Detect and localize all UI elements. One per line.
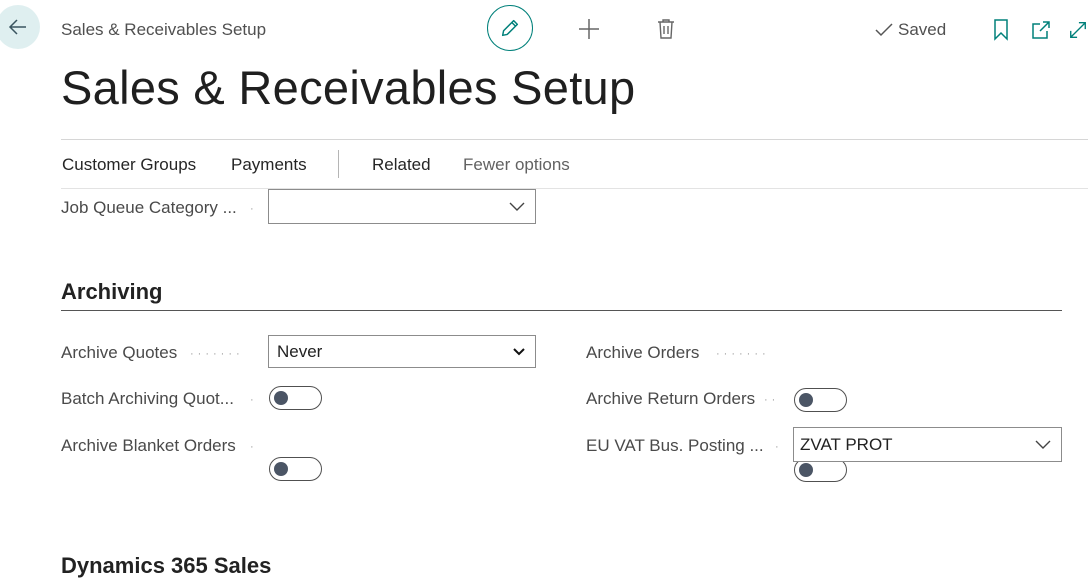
- back-arrow-icon: [8, 19, 26, 35]
- header-divider: [61, 139, 1088, 140]
- breadcrumb: Sales & Receivables Setup: [61, 20, 267, 39]
- action-bar-divider: [61, 188, 1088, 189]
- archive-blanket-orders-label: Archive Blanket Orders: [61, 436, 236, 455]
- saved-status: Saved: [875, 20, 946, 40]
- checkmark-icon: [875, 23, 893, 37]
- section-divider: [61, 310, 1062, 311]
- action-related[interactable]: Related: [372, 155, 431, 175]
- label-dots: ·: [250, 203, 258, 215]
- label-dots: ·: [250, 394, 258, 406]
- edit-button[interactable]: [487, 5, 533, 51]
- archive-quotes-label: Archive Quotes: [61, 343, 178, 362]
- eu-vat-bus-posting-select[interactable]: ZVAT PROT: [793, 427, 1062, 462]
- saved-label: Saved: [898, 20, 947, 39]
- toggle-knob: [799, 463, 813, 477]
- section-title-dynamics-365-sales: Dynamics 365 Sales: [61, 553, 272, 578]
- job-queue-category-select[interactable]: [268, 189, 536, 224]
- toggle-knob: [799, 393, 813, 407]
- job-queue-category-label: Job Queue Category ...: [61, 198, 237, 217]
- action-fewer-options[interactable]: Fewer options: [463, 155, 570, 175]
- expand-icon: [1070, 22, 1086, 38]
- trash-icon: [658, 19, 674, 39]
- batch-archiving-quotes-label: Batch Archiving Quot...: [61, 389, 234, 408]
- eu-vat-bus-posting-value: ZVAT PROT: [800, 434, 893, 454]
- chevron-down-icon: [513, 347, 525, 355]
- bookmark-icon: [994, 19, 1008, 41]
- new-button[interactable]: [576, 16, 602, 42]
- label-dots: ·······: [716, 348, 770, 360]
- archive-return-orders-label: Archive Return Orders: [586, 389, 756, 408]
- toggle-knob: [274, 462, 288, 476]
- delete-button[interactable]: [654, 16, 678, 42]
- section-title-archiving: Archiving: [61, 279, 163, 304]
- action-separator: [338, 150, 339, 178]
- plus-icon: [579, 19, 599, 39]
- archive-quotes-value: Never: [277, 341, 323, 361]
- open-new-window-button[interactable]: [1029, 18, 1053, 42]
- pencil-icon: [501, 19, 519, 37]
- label-dots: ·: [250, 441, 258, 453]
- page-title: Sales & Receivables Setup: [61, 61, 636, 114]
- label-dots: ·: [775, 441, 783, 453]
- action-payments[interactable]: Payments: [231, 155, 307, 175]
- label-dots: ·······: [190, 348, 244, 360]
- eu-vat-bus-posting-label: EU VAT Bus. Posting ...: [586, 436, 764, 455]
- archive-quotes-select[interactable]: Never: [268, 335, 536, 368]
- bookmark-button[interactable]: [990, 17, 1012, 43]
- archive-orders-toggle[interactable]: [794, 388, 847, 412]
- expand-button[interactable]: [1068, 18, 1088, 42]
- chevron-down-icon: [509, 202, 525, 211]
- toggle-knob: [274, 391, 288, 405]
- open-new-window-icon: [1032, 21, 1050, 39]
- back-button[interactable]: [0, 5, 40, 49]
- archive-orders-label: Archive Orders: [586, 343, 700, 362]
- chevron-down-icon: [1035, 440, 1051, 449]
- action-customer-groups[interactable]: Customer Groups: [62, 155, 196, 175]
- label-dots: ··: [764, 394, 780, 406]
- archive-blanket-orders-toggle[interactable]: [269, 457, 322, 481]
- batch-archiving-quotes-toggle[interactable]: [269, 386, 322, 410]
